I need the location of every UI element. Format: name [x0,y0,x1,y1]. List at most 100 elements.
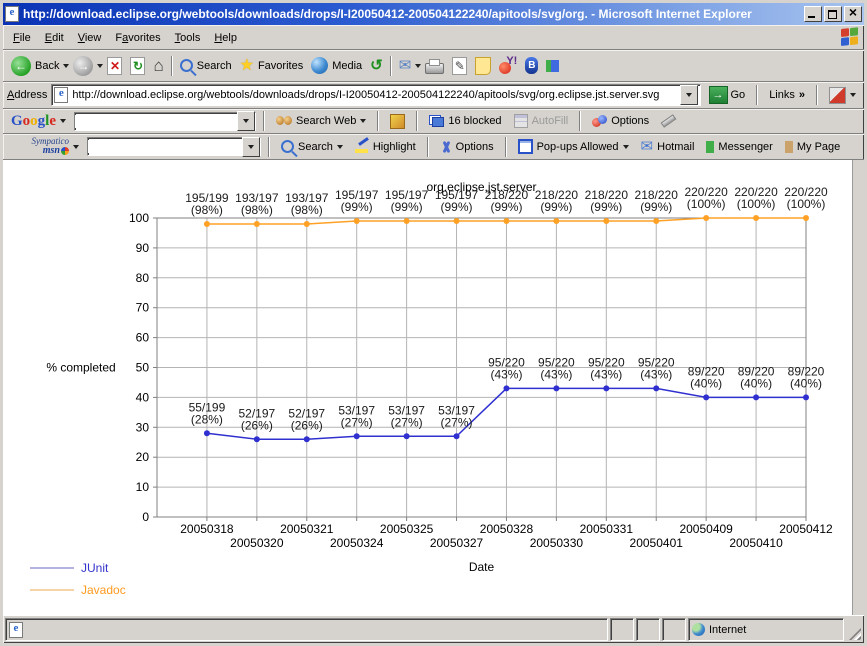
msn-options-icon [440,140,452,153]
svg-text:(98%): (98%) [191,203,223,217]
svg-text:(99%): (99%) [640,200,672,214]
discuss-button[interactable] [471,51,495,81]
svg-text:(43%): (43%) [590,367,622,381]
address-input[interactable]: http://download.eclipse.org/webtools/dow… [51,84,700,106]
address-url-text[interactable]: http://download.eclipse.org/webtools/dow… [72,89,675,101]
maximize-button[interactable] [824,6,842,22]
msn-messenger-button[interactable]: Messenger [702,132,776,162]
mail-button[interactable]: ✉ [395,51,416,81]
toolbar-separator [816,85,818,105]
refresh-button[interactable]: ↻ [126,51,149,81]
favorites-star-icon: ★ [240,58,254,74]
home-button[interactable]: ⌂ [149,51,167,81]
back-button[interactable]: ← Back [7,51,63,81]
msn-search-box[interactable] [87,137,261,156]
svg-text:JUnit: JUnit [81,561,109,575]
svg-text:30: 30 [136,420,150,434]
edit-button[interactable]: ✎ [448,51,471,81]
google-options-icon [592,115,607,127]
stop-button[interactable]: ✕ [103,51,126,81]
page-icon [54,87,68,103]
msn-search-button[interactable]: Search [277,132,347,162]
google-toolbar: Google Search Web 16 blocked AutoFill [3,108,864,133]
refresh-icon: ↻ [130,57,145,75]
svg-text:Javadoc: Javadoc [81,583,126,597]
menu-file[interactable]: File [7,29,37,47]
menu-bar: File Edit View Favorites Tools Help [3,25,864,49]
resize-grip[interactable] [846,618,862,641]
msn-messenger-icon [546,60,559,72]
toolbar-separator [505,137,507,157]
svg-text:(43%): (43%) [540,367,572,381]
contribute-dropdown [850,93,856,97]
y-axis: 0102030405060708090100 [129,211,157,524]
toolbar-separator [268,137,270,157]
media-button[interactable]: Media [307,51,366,81]
menu-help[interactable]: Help [208,29,243,47]
search-button[interactable]: Search [176,51,236,81]
svg-text:20050412: 20050412 [779,522,833,536]
svg-text:(40%): (40%) [740,376,772,390]
msn-toolbar: Sympatico msn Search Highlight Options P [3,133,864,159]
contribute-button[interactable] [825,80,860,110]
toolbar-separator [416,111,418,131]
print-button[interactable] [421,51,448,81]
svg-text:20050320: 20050320 [230,536,284,550]
hotmail-button[interactable]: ✉ Hotmail [637,132,699,162]
browser-viewport: 0102030405060708090100% completed2005031… [3,159,864,615]
autofill-icon [514,114,528,128]
toolbar-separator [756,85,758,105]
popup-blocker-icon [429,115,444,127]
svg-text:(28%): (28%) [191,412,223,426]
bluetooth-button[interactable]: B [521,51,542,81]
svg-text:20050331: 20050331 [580,522,634,536]
msn-search-dropdown[interactable] [242,137,260,157]
svg-text:(27%): (27%) [441,415,473,429]
svg-text:20050330: 20050330 [530,536,584,550]
google-search-input[interactable] [75,115,237,128]
toolbar-separator [427,137,429,157]
menu-edit[interactable]: Edit [39,29,70,47]
chart-legend: JUnit Javadoc [30,561,126,597]
sympatico-msn-logo: Sympatico msn [11,137,69,156]
edit-icon: ✎ [452,57,467,75]
my-page-button[interactable]: My Page [781,132,844,162]
address-dropdown[interactable] [680,85,698,105]
yahoo-messenger-button[interactable]: Y! [495,51,521,81]
messenger-button[interactable] [542,51,563,81]
x-axis-title: Date [469,560,495,574]
close-button[interactable] [844,6,862,22]
chevron-icon [799,89,805,101]
media-globe-icon [311,57,328,74]
menu-favorites[interactable]: Favorites [109,29,166,47]
svg-text:0: 0 [142,510,149,524]
window-title: http://download.eclipse.org/webtools/dow… [23,7,800,21]
svg-text:20: 20 [136,450,150,464]
minimize-button[interactable] [804,6,822,22]
forward-icon: → [73,56,93,76]
menu-view[interactable]: View [72,29,108,47]
menu-tools[interactable]: Tools [169,29,207,47]
popups-allowed-button[interactable]: Pop-ups Allowed [514,132,633,162]
go-button[interactable]: → Go [705,84,750,106]
links-button[interactable]: Links [765,80,809,110]
google-search-dropdown[interactable] [237,111,255,131]
google-search-box[interactable] [74,112,256,131]
msn-options-button[interactable]: Options [436,132,498,162]
search-web-dropdown [360,119,366,123]
forward-button[interactable]: → [69,51,97,81]
svg-text:(99%): (99%) [590,200,622,214]
highlight-button[interactable]: Highlight [351,132,420,162]
svg-text:20050409: 20050409 [679,522,733,536]
pen-icon [661,114,677,128]
history-button[interactable]: ↺ [366,51,387,81]
pagerank-icon [390,114,405,129]
sympatico-logo-button[interactable]: Sympatico msn [7,132,83,162]
svg-text:(99%): (99%) [391,200,423,214]
windows-logo-icon [841,27,860,48]
msn-search-input[interactable] [88,140,242,153]
favorites-button[interactable]: ★ Favorites [236,51,308,81]
stop-icon: ✕ [107,57,122,75]
toolbar-separator [263,111,265,131]
svg-text:(100%): (100%) [687,197,726,211]
